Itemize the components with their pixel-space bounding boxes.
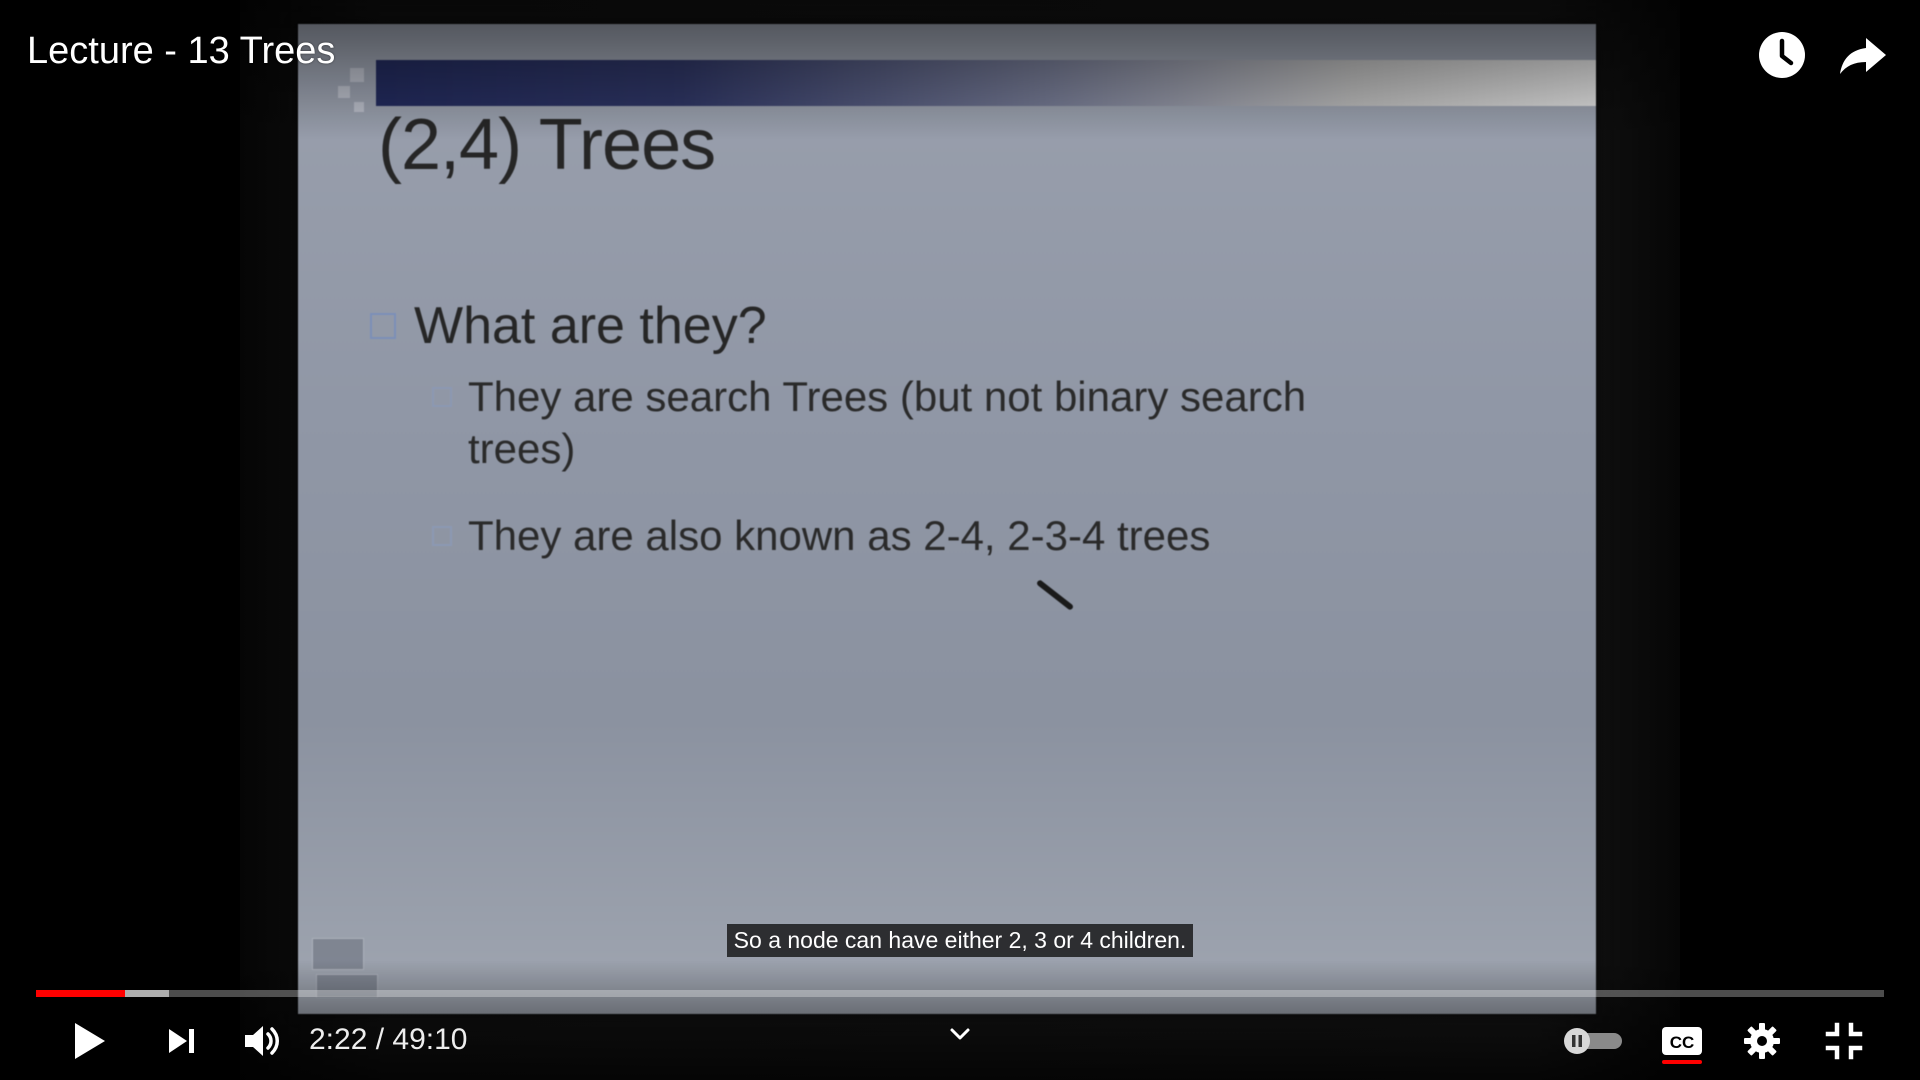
caption-text: So a node can have either 2, 3 or 4 chil… <box>726 924 1194 957</box>
autoplay-toggle[interactable] <box>1560 1014 1626 1068</box>
chapters-toggle[interactable] <box>946 1020 974 1048</box>
time-display: 2:22 / 49:10 <box>309 1023 468 1056</box>
svg-text:CC: CC <box>1670 1033 1695 1052</box>
sub-bullet-box-icon <box>432 387 452 407</box>
bullet-box-icon <box>370 313 396 339</box>
volume-icon <box>245 1026 279 1056</box>
next-icon <box>169 1029 194 1053</box>
slide-sub-bullet-1-line-2: trees) <box>468 425 576 472</box>
slide-sub-bullet-1-line-1: They are search Trees (but not binary se… <box>468 373 1307 420</box>
gear-icon <box>1744 1023 1780 1059</box>
caption-window: So a node can have either 2, 3 or 4 chil… <box>0 924 1920 957</box>
pen-pointer <box>1035 579 1075 611</box>
video-player[interactable]: (2,4) Trees What are they? They are sear… <box>0 0 1920 1080</box>
play-icon <box>75 1023 105 1059</box>
video-title[interactable]: Lecture - 13 Trees <box>27 30 335 73</box>
slide-sub-bullet-2: They are also known as 2-4, 2-3-4 trees <box>432 510 1210 562</box>
volume-button[interactable] <box>236 1014 286 1068</box>
exit-fullscreen-button[interactable] <box>1818 1014 1870 1068</box>
progress-played <box>36 990 125 997</box>
lecture-slide: (2,4) Trees What are they? They are sear… <box>298 24 1596 1014</box>
slide-bullet: What are they? <box>370 296 767 356</box>
progress-track <box>36 990 1884 997</box>
slide-bullet-text: What are they? <box>414 297 767 355</box>
play-button[interactable] <box>64 1014 114 1068</box>
clock-icon <box>1759 32 1805 78</box>
share-arrow-icon <box>1840 38 1886 74</box>
captions-active-indicator <box>1662 1060 1702 1064</box>
slide-sub-bullet-1: They are search Trees (but not binary se… <box>432 371 1306 475</box>
chevron-down-icon <box>950 1028 970 1040</box>
slide-sub-bullet-2-text: They are also known as 2-4, 2-3-4 trees <box>468 512 1211 559</box>
progress-bar[interactable] <box>36 990 1884 997</box>
cc-icon: CC <box>1662 1027 1702 1055</box>
next-button[interactable] <box>156 1014 206 1068</box>
watch-later-button[interactable] <box>1755 28 1809 82</box>
exit-fullscreen-icon <box>1825 1022 1863 1060</box>
sub-bullet-box-icon <box>432 526 452 546</box>
settings-button[interactable] <box>1736 1014 1788 1068</box>
video-frame[interactable]: (2,4) Trees What are they? They are sear… <box>0 0 1920 1080</box>
share-button[interactable] <box>1836 28 1890 82</box>
autoplay-toggle-icon <box>1564 1028 1622 1054</box>
